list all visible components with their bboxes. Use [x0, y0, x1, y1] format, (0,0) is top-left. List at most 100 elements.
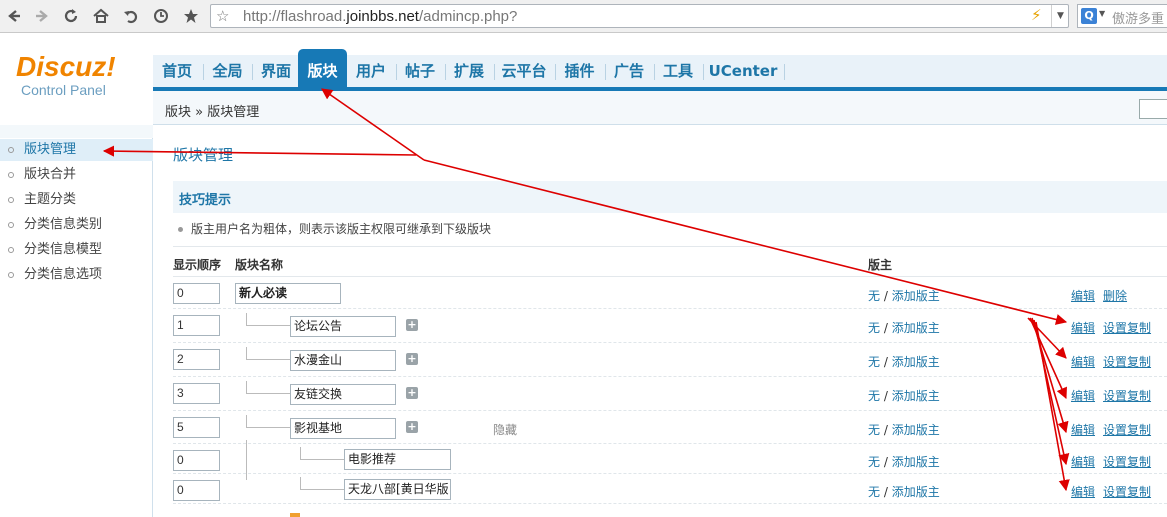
- sidebar-item-label: 版块管理: [24, 142, 77, 157]
- add-subforum-icon[interactable]: +: [406, 421, 418, 433]
- sidebar-item-info-categories[interactable]: 分类信息类别: [0, 214, 153, 236]
- add-moderator-link[interactable]: 添加版主: [892, 423, 940, 437]
- edit-link[interactable]: 编辑: [1071, 389, 1095, 403]
- quick-search-input[interactable]: [1139, 99, 1167, 119]
- tips-box: 技巧提示: [173, 181, 1167, 213]
- add-subforum-icon[interactable]: +: [406, 387, 418, 399]
- copy-settings-link[interactable]: 设置复制: [1103, 455, 1151, 469]
- arrow-to-edit-link: [1031, 317, 1069, 434]
- forum-name-input[interactable]: 论坛公告: [290, 316, 396, 337]
- tab-plugin[interactable]: 插件: [557, 55, 602, 87]
- tab-cloud[interactable]: 云平台: [496, 55, 552, 87]
- order-input[interactable]: 0: [173, 283, 220, 304]
- tab-user[interactable]: 用户: [349, 55, 393, 87]
- breadcrumb: 版块 » 版块管理: [165, 105, 260, 120]
- copy-settings-link[interactable]: 设置复制: [1103, 389, 1151, 403]
- edit-link[interactable]: 编辑: [1071, 289, 1095, 303]
- chevron-down-icon[interactable]: ▼: [1051, 5, 1069, 27]
- url-text[interactable]: http://flashroad.joinbbs.net/admincp.php…: [243, 8, 517, 25]
- moderator-cell: 无 / 添加版主: [868, 321, 940, 335]
- moderator-value: 无: [868, 485, 881, 499]
- edit-link[interactable]: 编辑: [1071, 321, 1095, 335]
- copy-settings-link[interactable]: 设置复制: [1103, 485, 1151, 499]
- row-actions: 编辑 设置复制: [1071, 421, 1159, 438]
- forum-name-input[interactable]: 电影推荐: [344, 449, 451, 470]
- add-moderator-link[interactable]: 添加版主: [892, 485, 940, 499]
- divider: [173, 276, 1167, 277]
- tab-forum[interactable]: 版块: [298, 49, 347, 87]
- tab-tools[interactable]: 工具: [656, 55, 700, 87]
- search-dropdown-icon[interactable]: ▼: [1099, 9, 1105, 18]
- row-divider: [173, 376, 1167, 377]
- forum-name-input[interactable]: 影视基地: [290, 418, 396, 439]
- search-box[interactable]: Q ▼ 傲游多重: [1077, 4, 1167, 28]
- lightning-icon[interactable]: ⚡: [1031, 6, 1042, 24]
- tree-line: [246, 325, 290, 326]
- address-bar[interactable]: ☆ http://flashroad.joinbbs.net/admincp.p…: [210, 4, 1069, 28]
- search-input[interactable]: 傲游多重: [1112, 8, 1164, 27]
- bookmark-star-icon[interactable]: ☆: [216, 7, 229, 25]
- forum-name-input[interactable]: 新人必读: [235, 283, 341, 304]
- order-input[interactable]: 1: [173, 315, 220, 336]
- order-input[interactable]: 3: [173, 383, 220, 404]
- order-input[interactable]: 2: [173, 349, 220, 370]
- sidebar-item-info-models[interactable]: 分类信息模型: [0, 239, 153, 261]
- bullet-icon: [178, 227, 183, 232]
- tab-divider: [396, 64, 397, 80]
- copy-settings-link[interactable]: 设置复制: [1103, 321, 1151, 335]
- row-divider: [173, 503, 1167, 504]
- forward-icon[interactable]: [31, 5, 53, 27]
- forum-name-input[interactable]: 水漫金山: [290, 350, 396, 371]
- order-input[interactable]: 0: [173, 450, 220, 471]
- favorites-star-icon[interactable]: [180, 5, 202, 27]
- edit-link[interactable]: 编辑: [1071, 455, 1095, 469]
- order-input[interactable]: 5: [173, 417, 220, 438]
- add-moderator-link[interactable]: 添加版主: [892, 389, 940, 403]
- tab-topic[interactable]: 帖子: [398, 55, 442, 87]
- row-actions: 编辑 设置复制: [1071, 319, 1159, 336]
- moderator-value: 无: [868, 289, 881, 303]
- add-moderator-link[interactable]: 添加版主: [892, 289, 940, 303]
- copy-settings-link[interactable]: 设置复制: [1103, 423, 1151, 437]
- tab-extended[interactable]: 扩展: [447, 55, 491, 87]
- tree-line: [246, 393, 290, 394]
- sidebar-item-forum-merge[interactable]: 版块合并: [0, 164, 153, 186]
- logo-brand: Discuz!: [16, 51, 116, 82]
- moderator-cell: 无 / 添加版主: [868, 389, 940, 403]
- col-name-header: 版块名称: [235, 258, 284, 272]
- edit-link[interactable]: 编辑: [1071, 355, 1095, 369]
- edit-link[interactable]: 编辑: [1071, 485, 1095, 499]
- tab-ucenter[interactable]: UCenter: [705, 55, 781, 87]
- history-icon[interactable]: [150, 5, 172, 27]
- home-icon[interactable]: [90, 5, 112, 27]
- order-input[interactable]: 0: [173, 480, 220, 501]
- tab-style[interactable]: 界面: [254, 55, 298, 87]
- discuz-logo: Discuz! Control Panel: [16, 51, 116, 99]
- tab-global[interactable]: 全局: [205, 55, 250, 87]
- refresh-icon[interactable]: [60, 5, 82, 27]
- copy-settings-link[interactable]: 设置复制: [1103, 355, 1151, 369]
- add-subforum-icon[interactable]: +: [406, 319, 418, 331]
- tips-title: 技巧提示: [179, 193, 232, 208]
- row-actions: 编辑 设置复制: [1071, 453, 1159, 470]
- search-engine-icon[interactable]: Q: [1081, 8, 1097, 24]
- tab-home[interactable]: 首页: [153, 55, 201, 87]
- browser-toolbar: ☆ http://flashroad.joinbbs.net/admincp.p…: [0, 0, 1167, 33]
- tree-line: [300, 489, 344, 490]
- delete-link[interactable]: 删除: [1103, 289, 1127, 303]
- forum-name-input[interactable]: 天龙八部[黄日华版: [344, 479, 451, 500]
- add-moderator-link[interactable]: 添加版主: [892, 455, 940, 469]
- sidebar-item-thread-types[interactable]: 主题分类: [0, 189, 153, 211]
- sidebar-item-forum-manage[interactable]: 版块管理: [0, 139, 153, 161]
- tab-ad[interactable]: 广告: [607, 55, 651, 87]
- add-subforum-icon[interactable]: +: [406, 353, 418, 365]
- add-moderator-link[interactable]: 添加版主: [892, 355, 940, 369]
- edit-link[interactable]: 编辑: [1071, 423, 1095, 437]
- undo-icon[interactable]: [120, 5, 142, 27]
- divider: [173, 246, 1167, 247]
- forum-name-input[interactable]: 友链交换: [290, 384, 396, 405]
- back-icon[interactable]: [3, 5, 25, 27]
- add-subforum-icon[interactable]: [290, 513, 300, 517]
- sidebar-item-info-options[interactable]: 分类信息选项: [0, 264, 153, 286]
- add-moderator-link[interactable]: 添加版主: [892, 321, 940, 335]
